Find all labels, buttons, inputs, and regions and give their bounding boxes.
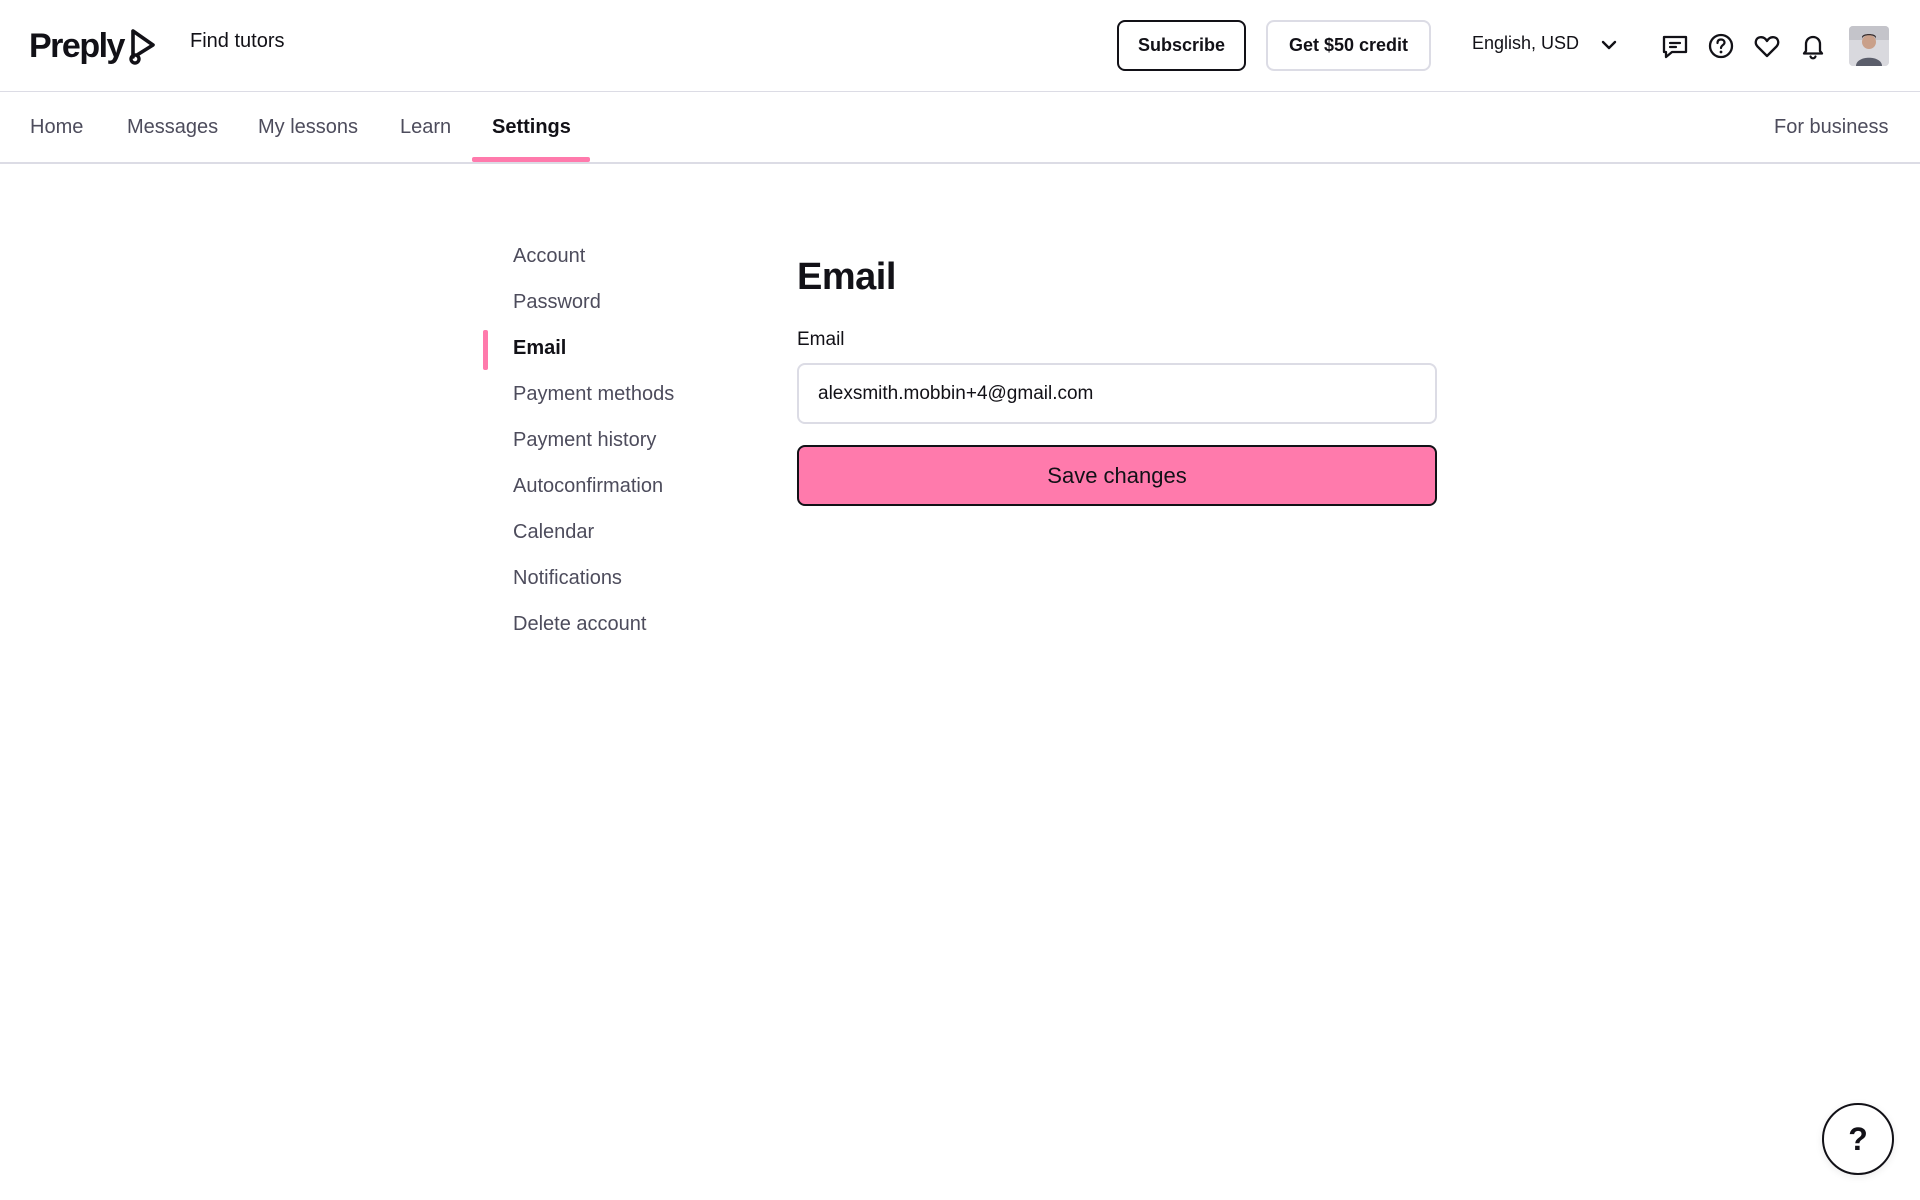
heart-icon[interactable] bbox=[1752, 31, 1782, 61]
active-item-indicator bbox=[483, 330, 488, 370]
logo-mark-icon bbox=[129, 29, 155, 65]
avatar-image bbox=[1849, 26, 1889, 66]
language-currency-selector[interactable]: English, USD bbox=[1472, 33, 1579, 54]
logo-text: Preply bbox=[29, 26, 125, 65]
email-settings-panel: Email Email Save changes bbox=[797, 256, 1437, 506]
help-chat-button[interactable]: ? bbox=[1822, 1103, 1894, 1175]
sidebar-item-password[interactable]: Password bbox=[483, 282, 723, 328]
page-title: Email bbox=[797, 256, 896, 298]
sidebar-item-account[interactable]: Account bbox=[483, 236, 723, 282]
sidebar-item-payment-history[interactable]: Payment history bbox=[483, 420, 723, 466]
email-field[interactable] bbox=[797, 363, 1437, 424]
nav-learn[interactable]: Learn bbox=[400, 116, 451, 139]
chat-icon[interactable] bbox=[1660, 31, 1690, 61]
active-tab-indicator bbox=[472, 157, 590, 162]
sidebar-item-notifications[interactable]: Notifications bbox=[483, 558, 723, 604]
sidebar-item-autoconfirmation[interactable]: Autoconfirmation bbox=[483, 466, 723, 512]
save-changes-button[interactable]: Save changes bbox=[797, 445, 1437, 506]
email-field-label: Email bbox=[797, 329, 845, 350]
sidebar-item-calendar[interactable]: Calendar bbox=[483, 512, 723, 558]
sidebar-item-label: Email bbox=[513, 337, 567, 359]
top-header: Preply Find tutors Subscribe Get $50 cre… bbox=[0, 0, 1920, 92]
settings-sidebar: Account Password Email Payment methods P… bbox=[483, 236, 723, 650]
chevron-down-icon[interactable] bbox=[1598, 34, 1620, 56]
avatar[interactable] bbox=[1849, 26, 1889, 66]
preply-logo[interactable]: Preply bbox=[29, 24, 159, 68]
sidebar-item-email[interactable]: Email bbox=[483, 328, 723, 374]
find-tutors-link[interactable]: Find tutors bbox=[190, 30, 284, 53]
nav-for-business[interactable]: For business bbox=[1774, 116, 1889, 139]
subscribe-button[interactable]: Subscribe bbox=[1117, 20, 1246, 71]
nav-messages[interactable]: Messages bbox=[127, 116, 218, 139]
main-nav: Home Messages My lessons Learn Settings … bbox=[0, 92, 1920, 164]
nav-my-lessons[interactable]: My lessons bbox=[258, 116, 358, 139]
sidebar-item-payment-methods[interactable]: Payment methods bbox=[483, 374, 723, 420]
bell-icon[interactable] bbox=[1798, 31, 1828, 61]
help-icon[interactable] bbox=[1706, 31, 1736, 61]
nav-home[interactable]: Home bbox=[30, 116, 83, 139]
nav-settings[interactable]: Settings bbox=[492, 116, 571, 139]
get-credit-button[interactable]: Get $50 credit bbox=[1266, 20, 1431, 71]
sidebar-item-delete-account[interactable]: Delete account bbox=[483, 604, 723, 650]
